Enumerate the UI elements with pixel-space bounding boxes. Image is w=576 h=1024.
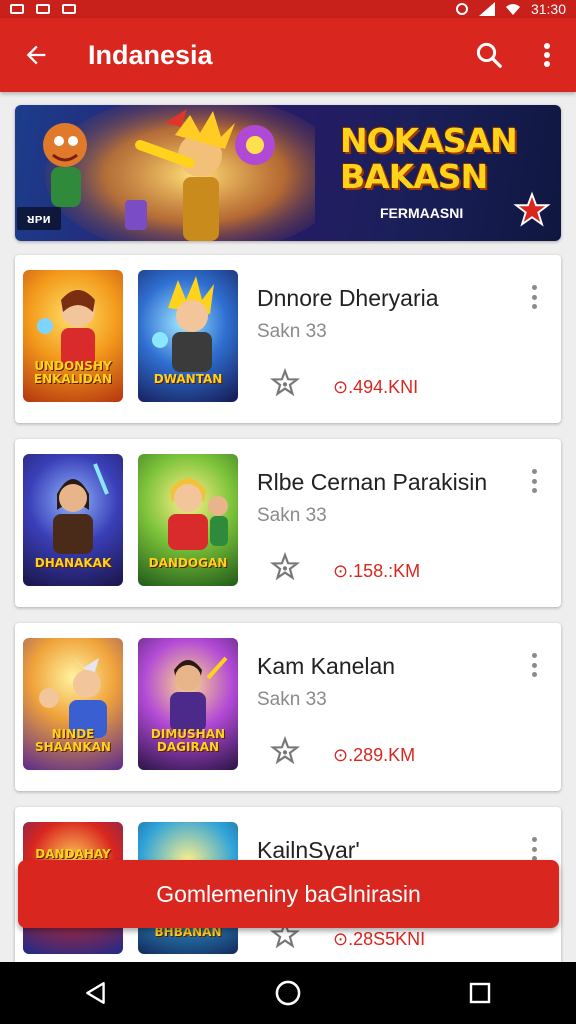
thumbnail-label: NINDE SHAANKAN bbox=[35, 727, 111, 754]
status-time: 31:30 bbox=[530, 1, 566, 17]
card-distance: ⊙.158.:KM bbox=[333, 561, 421, 581]
back-button[interactable] bbox=[0, 18, 72, 92]
banner-subtitle: FERMAASNI bbox=[380, 205, 464, 221]
more-vert-icon bbox=[531, 837, 537, 842]
notification-icon bbox=[10, 4, 24, 14]
back-triangle-icon bbox=[86, 982, 105, 1004]
favorite-star-icon[interactable] bbox=[269, 735, 301, 767]
card-title: Dnnore Dheryaria bbox=[257, 285, 439, 311]
status-bar: 31:30 bbox=[0, 0, 576, 18]
game-card[interactable]: UNDONSHY ENKALIDAN DWANTAN Dnnore Dherya… bbox=[15, 255, 561, 423]
search-button[interactable] bbox=[460, 18, 518, 92]
game-thumbnail[interactable]: DWANTAN bbox=[138, 270, 238, 402]
nav-recents-button[interactable] bbox=[450, 963, 510, 1023]
more-vert-icon bbox=[531, 846, 537, 852]
thumbnail-label: DANDOGAN bbox=[148, 556, 228, 570]
banner-heading: NOKASAN BAKASN bbox=[340, 121, 518, 196]
more-vert-icon bbox=[531, 478, 537, 484]
card-more-button[interactable] bbox=[525, 835, 543, 863]
card-distance: ⊙.494.KNI bbox=[333, 377, 419, 397]
favorite-star-icon[interactable] bbox=[269, 367, 301, 399]
banner-badge: ᴚᴘᴎ bbox=[17, 207, 61, 230]
card-subtitle: Sakn 33 bbox=[257, 321, 327, 342]
card-more-button[interactable] bbox=[525, 467, 543, 495]
game-thumbnail[interactable]: NINDE SHAANKAN bbox=[23, 638, 123, 770]
thumbnail-label: DWANTAN bbox=[153, 372, 223, 386]
thumbnail-label: DHANAKAK bbox=[34, 556, 112, 570]
system-nav-bar bbox=[0, 962, 576, 1024]
favorite-star-icon[interactable] bbox=[269, 551, 301, 583]
notification-icons bbox=[10, 4, 76, 14]
alarm-icon bbox=[455, 3, 468, 15]
thumbnail-label: UNDONSHY ENKALIDAN bbox=[33, 359, 113, 386]
more-vert-icon bbox=[531, 672, 537, 677]
more-vert-icon bbox=[531, 653, 537, 658]
notification-icon bbox=[36, 4, 50, 14]
notification-icon bbox=[62, 4, 76, 14]
more-vert-icon bbox=[531, 304, 537, 309]
card-title: Rlbe Cernan Parakisin bbox=[257, 469, 488, 495]
recents-square-icon bbox=[469, 982, 491, 1004]
game-thumbnail[interactable]: DHANAKAK bbox=[23, 454, 123, 586]
card-distance: ⊙.28S5KNI bbox=[333, 929, 426, 949]
game-card[interactable]: DHANAKAK DANDOGAN Rlbe Cernan Parakisin … bbox=[15, 439, 561, 607]
back-arrow-icon bbox=[26, 45, 46, 65]
overflow-menu-button[interactable] bbox=[518, 18, 576, 92]
game-thumbnail[interactable]: DANDOGAN bbox=[138, 454, 238, 586]
wifi-icon bbox=[505, 4, 520, 15]
more-vert-icon bbox=[531, 662, 537, 668]
system-icons: 31:30 bbox=[455, 1, 566, 17]
nav-home-button[interactable] bbox=[258, 963, 318, 1023]
more-vert-icon bbox=[531, 469, 537, 474]
page-title: Indanesia bbox=[88, 39, 213, 70]
thumbnail-label: DIMUSHAN DAGIRAN bbox=[150, 727, 226, 754]
game-thumbnail[interactable]: DIMUSHAN DAGIRAN bbox=[138, 638, 238, 770]
card-more-button[interactable] bbox=[525, 651, 543, 679]
card-title: Kam Kanelan bbox=[257, 653, 396, 679]
game-card[interactable]: NINDE SHAANKAN DIMUSHAN DAGIRAN Kam Kane… bbox=[15, 623, 561, 791]
more-vert-icon bbox=[531, 488, 537, 493]
signal-icon bbox=[478, 2, 495, 16]
app-bar: Indanesia bbox=[0, 18, 576, 92]
game-thumbnail[interactable]: UNDONSHY ENKALIDAN bbox=[23, 270, 123, 402]
card-more-button[interactable] bbox=[525, 283, 543, 311]
promo-banner[interactable]: NOKASAN BAKASN FERMAASNI ᴚᴘᴎ bbox=[15, 105, 561, 241]
star-icon bbox=[513, 191, 551, 227]
search-icon bbox=[476, 42, 502, 68]
nav-back-button[interactable] bbox=[66, 963, 126, 1023]
more-vert-icon bbox=[531, 294, 537, 300]
card-subtitle: Sakn 33 bbox=[257, 689, 327, 710]
card-subtitle: Sakn 33 bbox=[257, 505, 327, 526]
more-vert-icon bbox=[544, 43, 550, 67]
card-distance: ⊙.289.KM bbox=[333, 745, 416, 765]
home-circle-icon bbox=[275, 980, 301, 1006]
primary-action-button[interactable]: Gomlemeniny baGlnirasin bbox=[18, 860, 559, 928]
more-vert-icon bbox=[531, 285, 537, 290]
